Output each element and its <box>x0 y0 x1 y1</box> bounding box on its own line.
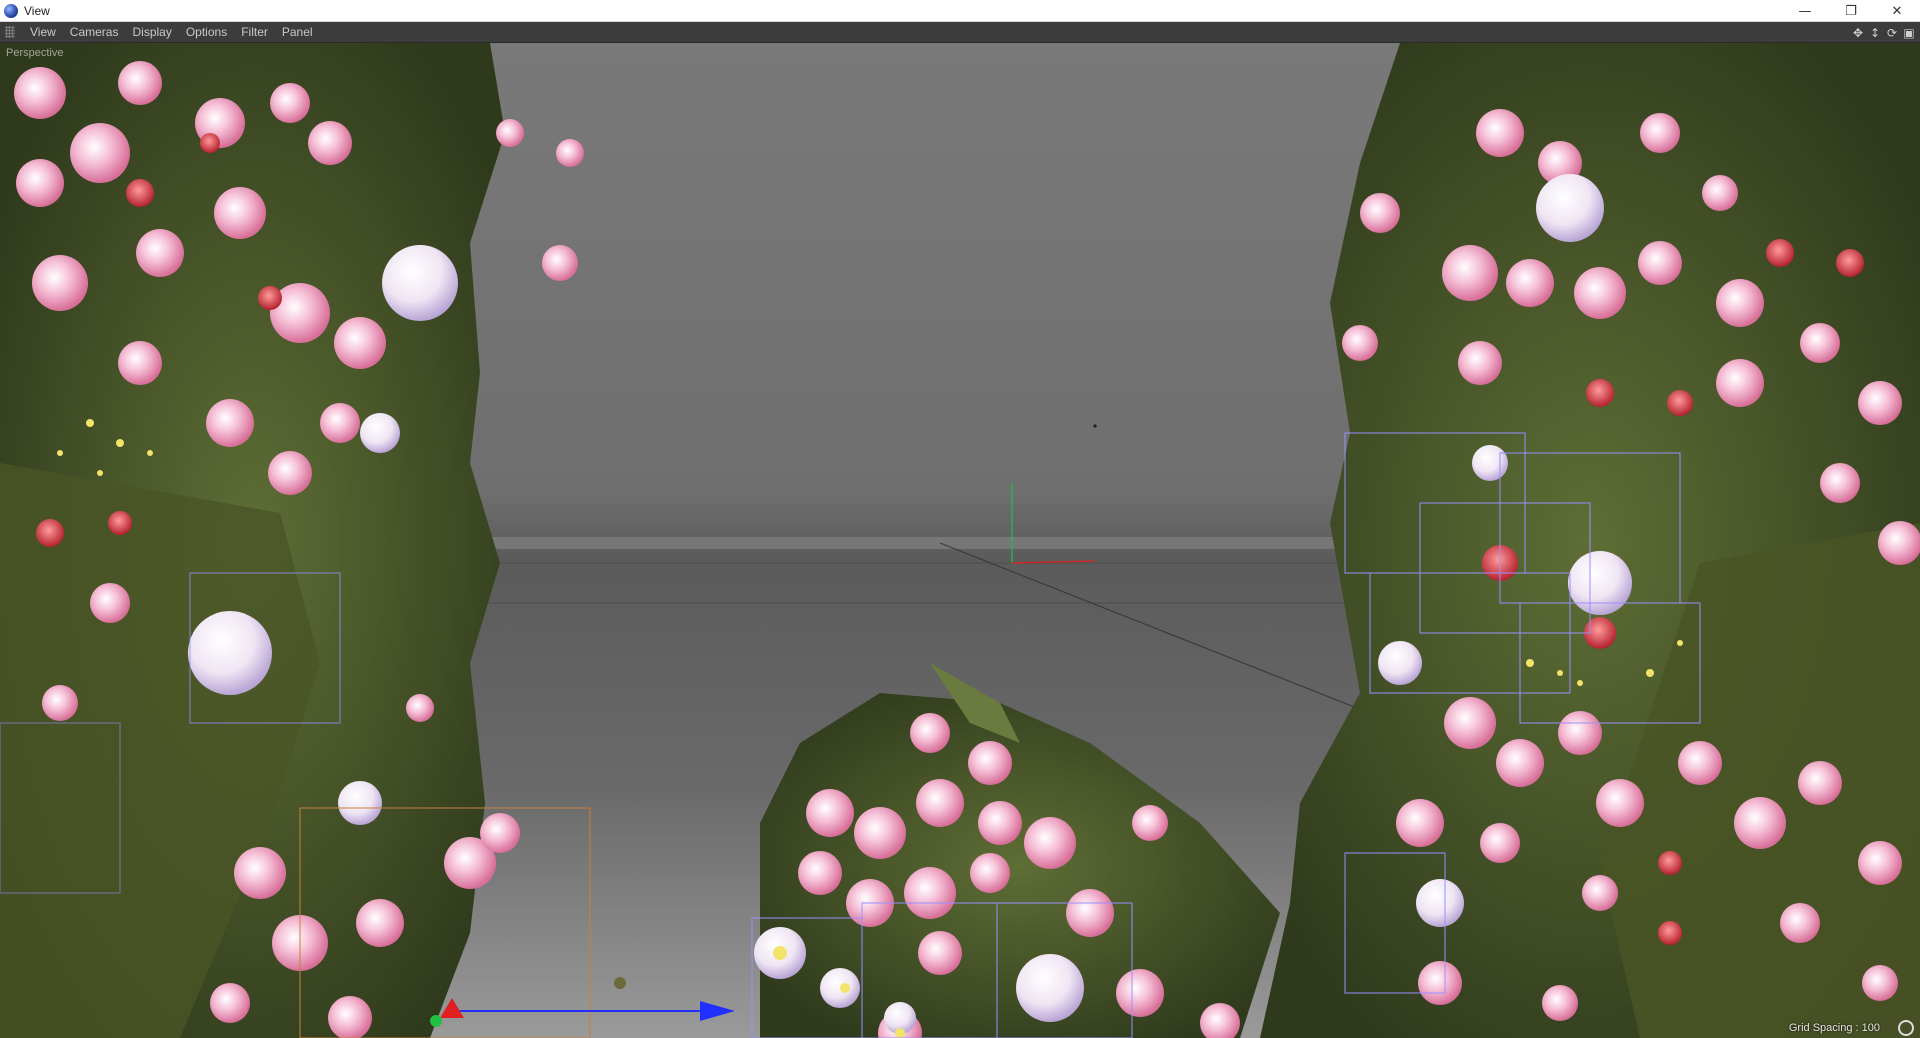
viewport-camera-label: Perspective <box>6 47 64 59</box>
viewport-menu-bar: View Cameras Display Options Filter Pane… <box>0 22 1920 43</box>
cinema4d-view-window: View — ❐ ✕ View Cameras Display Options … <box>0 0 1920 1038</box>
scene-canvas[interactable] <box>0 43 1920 1038</box>
restore-button[interactable]: ❐ <box>1828 0 1874 22</box>
menu-filter[interactable]: Filter <box>234 22 275 43</box>
move-view-icon[interactable]: ✥ <box>1851 26 1865 40</box>
cinema4d-logo-icon <box>4 3 18 18</box>
grid-spacing-readout: Grid Spacing : 100 <box>1788 1022 1880 1034</box>
minimize-button[interactable]: — <box>1782 0 1828 22</box>
zoom-view-icon[interactable]: ↕ <box>1868 26 1882 40</box>
rotate-view-icon[interactable]: ⟳ <box>1885 26 1899 40</box>
3d-viewport[interactable]: Perspective Grid Spacing : 100 <box>0 43 1920 1038</box>
menu-options[interactable]: Options <box>179 22 234 43</box>
viewport-navigation: ✥ ↕ ⟳ ▣ <box>1851 22 1916 43</box>
object-axis-gizmo[interactable] <box>430 998 735 1027</box>
close-button[interactable]: ✕ <box>1874 0 1920 22</box>
hud-circle-icon[interactable] <box>1898 1020 1914 1036</box>
center-flower-cluster[interactable] <box>614 663 1280 1038</box>
grip-handle-icon[interactable] <box>5 26 15 38</box>
menu-view[interactable]: View <box>23 22 63 43</box>
toggle-layout-icon[interactable]: ▣ <box>1902 26 1916 40</box>
menu-panel[interactable]: Panel <box>275 22 320 43</box>
menu-display[interactable]: Display <box>125 22 178 43</box>
menu-cameras[interactable]: Cameras <box>63 22 126 43</box>
window-controls: — ❐ ✕ <box>1782 0 1920 22</box>
window-title: View <box>24 3 50 18</box>
title-bar[interactable]: View — ❐ ✕ <box>0 0 1920 22</box>
right-flower-cluster[interactable] <box>1260 43 1920 1038</box>
